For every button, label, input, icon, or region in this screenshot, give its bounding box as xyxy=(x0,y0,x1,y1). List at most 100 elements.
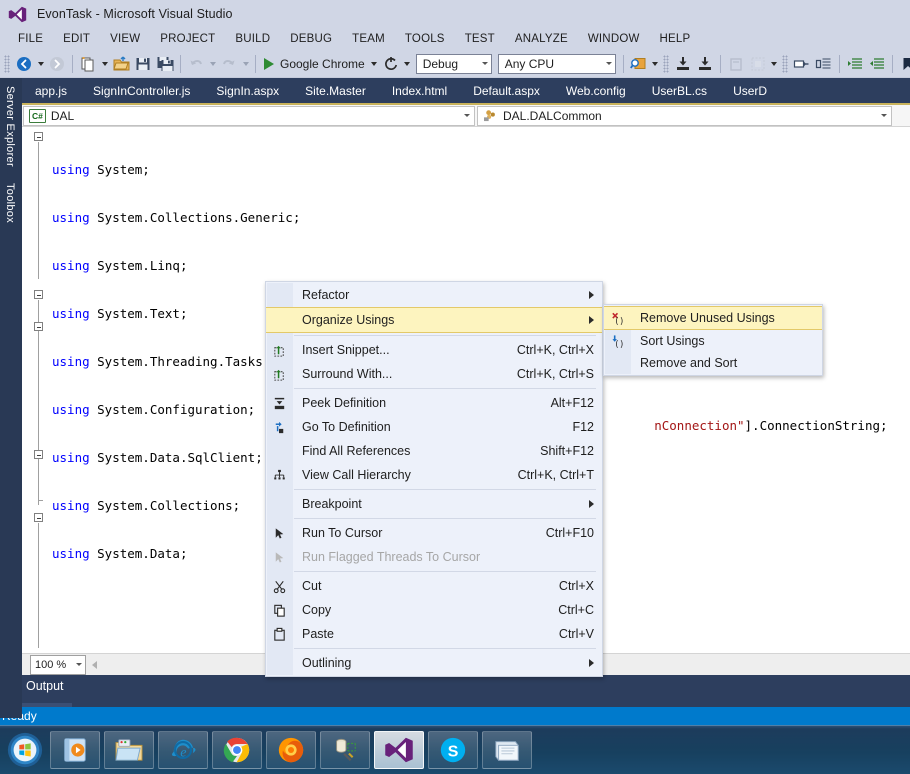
navigate-back-icon[interactable] xyxy=(13,53,35,75)
start-debug-dropdown[interactable] xyxy=(369,53,380,75)
menu-item-cut[interactable]: Cut Ctrl+X xyxy=(266,574,602,598)
taskbar-internet-explorer-icon[interactable]: e xyxy=(158,731,208,769)
menu-item-peek-definition[interactable]: Peek Definition Alt+F12 xyxy=(266,391,602,415)
menu-tools[interactable]: TOOLS xyxy=(395,31,455,47)
outline-toggle-getconn[interactable] xyxy=(34,513,43,522)
toolbar-grip-3[interactable] xyxy=(781,54,788,73)
grid-icon[interactable] xyxy=(747,53,769,75)
submenu-item-sort-usings[interactable]: () Sort Usings xyxy=(604,330,822,352)
menu-item-go-to-definition[interactable]: Go To Definition F12 xyxy=(266,415,602,439)
start-debug-button[interactable]: Google Chrome xyxy=(260,57,369,71)
tab-default-aspx[interactable]: Default.aspx xyxy=(460,79,553,103)
type-selector-combo[interactable]: C# DAL xyxy=(23,105,475,126)
member-selector-combo[interactable]: DAL.DALCommon xyxy=(477,105,892,126)
outline-toggle-class[interactable] xyxy=(34,322,43,331)
tab-site-master[interactable]: Site.Master xyxy=(292,79,379,103)
submenu-item-remove-unused-usings[interactable]: () Remove Unused Usings xyxy=(604,306,822,330)
submenu-arrow-icon xyxy=(589,659,594,667)
undo-icon[interactable] xyxy=(185,53,207,75)
outline-toggle-usings[interactable] xyxy=(34,132,43,141)
new-item-icon[interactable] xyxy=(77,53,99,75)
tab-signincontroller-js[interactable]: SignInController.js xyxy=(80,79,203,103)
menu-team[interactable]: TEAM xyxy=(342,31,395,47)
save-icon[interactable] xyxy=(132,53,154,75)
redo-dropdown[interactable] xyxy=(240,53,251,75)
tab-web-config[interactable]: Web.config xyxy=(553,79,639,103)
find-dropdown[interactable] xyxy=(650,53,661,75)
menu-item-surround-with[interactable]: Surround With... Ctrl+K, Ctrl+S xyxy=(266,362,602,386)
navigate-back-dropdown[interactable] xyxy=(35,53,46,75)
new-item-dropdown[interactable] xyxy=(99,53,110,75)
menu-item-refactor[interactable]: Refactor xyxy=(266,283,602,307)
toolbar-separator-2 xyxy=(180,54,181,73)
toolbar-grip-2[interactable] xyxy=(662,54,669,73)
undo-dropdown[interactable] xyxy=(207,53,218,75)
menu-item-find-all-references[interactable]: Find All References Shift+F12 xyxy=(266,439,602,463)
menu-item-label: Surround With... xyxy=(302,367,393,381)
menu-file[interactable]: FILE xyxy=(8,31,53,47)
tab-userd[interactable]: UserD xyxy=(720,79,780,103)
find-in-files-icon[interactable] xyxy=(628,53,650,75)
menu-item-run-to-cursor[interactable]: Run To Cursor Ctrl+F10 xyxy=(266,521,602,545)
tab-app-js[interactable]: app.js xyxy=(22,79,80,103)
taskbar-sql-server-tools-icon[interactable] xyxy=(320,731,370,769)
menu-item-organize-usings[interactable]: Organize Usings xyxy=(266,307,602,333)
taskbar-notepad-icon[interactable] xyxy=(482,731,532,769)
sidebar-item-server-explorer[interactable]: Server Explorer xyxy=(0,78,20,175)
toolbar-grip[interactable] xyxy=(4,54,10,73)
comment-icon[interactable] xyxy=(813,53,835,75)
menu-item-insert-snippet[interactable]: Insert Snippet... Ctrl+K, Ctrl+X xyxy=(266,338,602,362)
menu-edit[interactable]: EDIT xyxy=(53,31,100,47)
new-window-icon[interactable] xyxy=(725,53,747,75)
decrease-indent-icon[interactable] xyxy=(866,53,888,75)
taskbar-google-chrome-icon[interactable] xyxy=(212,731,262,769)
taskbar-firefox-icon[interactable] xyxy=(266,731,316,769)
scroll-left-icon[interactable] xyxy=(92,660,97,669)
taskbar-skype-icon[interactable]: S xyxy=(428,731,478,769)
menu-item-copy[interactable]: Copy Ctrl+C xyxy=(266,598,602,622)
menu-view[interactable]: VIEW xyxy=(100,31,150,47)
taskbar-file-explorer-icon[interactable] xyxy=(104,731,154,769)
indent-icon[interactable] xyxy=(791,53,813,75)
outline-toggle-namespace[interactable] xyxy=(34,290,43,299)
menu-analyze[interactable]: ANALYZE xyxy=(505,31,578,47)
outline-toggle-ctor[interactable] xyxy=(34,450,43,459)
increase-indent-icon[interactable] xyxy=(844,53,866,75)
menu-test[interactable]: TEST xyxy=(455,31,505,47)
solution-platform-combo[interactable]: Any CPU xyxy=(497,53,616,74)
redo-icon[interactable] xyxy=(218,53,240,75)
menu-item-view-call-hierarchy[interactable]: View Call Hierarchy Ctrl+K, Ctrl+T xyxy=(266,463,602,487)
submenu-item-remove-and-sort[interactable]: Remove and Sort xyxy=(604,352,822,374)
tab-signin-aspx[interactable]: SignIn.aspx xyxy=(203,79,292,103)
step-over-icon[interactable] xyxy=(694,53,716,75)
windows-start-icon[interactable] xyxy=(2,728,48,772)
step-into-icon[interactable] xyxy=(672,53,694,75)
tab-userbl-cs[interactable]: UserBL.cs xyxy=(639,79,720,103)
menu-item-paste[interactable]: Paste Ctrl+V xyxy=(266,622,602,646)
taskbar-visual-studio-icon[interactable] xyxy=(374,731,424,769)
refresh-dropdown[interactable] xyxy=(402,53,413,75)
solution-configuration-combo[interactable]: Debug xyxy=(415,53,492,74)
menu-item-outlining[interactable]: Outlining xyxy=(266,651,602,675)
menu-item-breakpoint[interactable]: Breakpoint xyxy=(266,492,602,516)
navigate-forward-icon[interactable] xyxy=(46,53,68,75)
save-all-icon[interactable] xyxy=(154,53,176,75)
menu-window[interactable]: WINDOW xyxy=(578,31,650,47)
bookmark-icon[interactable] xyxy=(897,53,910,75)
menu-project[interactable]: PROJECT xyxy=(150,31,225,47)
paste-icon xyxy=(270,625,288,643)
toolbar-separator-3 xyxy=(255,54,256,73)
open-file-icon[interactable] xyxy=(110,53,132,75)
refresh-icon[interactable] xyxy=(380,53,402,75)
menu-build[interactable]: BUILD xyxy=(225,31,280,47)
taskbar-windows-media-player-icon[interactable] xyxy=(50,731,100,769)
sidebar-item-toolbox[interactable]: Toolbox xyxy=(0,175,20,231)
output-tab-label[interactable]: Output xyxy=(26,679,64,693)
menu-item-label: Find All References xyxy=(302,444,411,458)
grid-dropdown[interactable] xyxy=(769,53,780,75)
call-hierarchy-icon xyxy=(270,466,288,484)
menu-help[interactable]: HELP xyxy=(650,31,701,47)
tab-index-html[interactable]: Index.html xyxy=(379,79,460,103)
zoom-level-combo[interactable]: 100 % xyxy=(30,654,86,675)
menu-debug[interactable]: DEBUG xyxy=(280,31,342,47)
